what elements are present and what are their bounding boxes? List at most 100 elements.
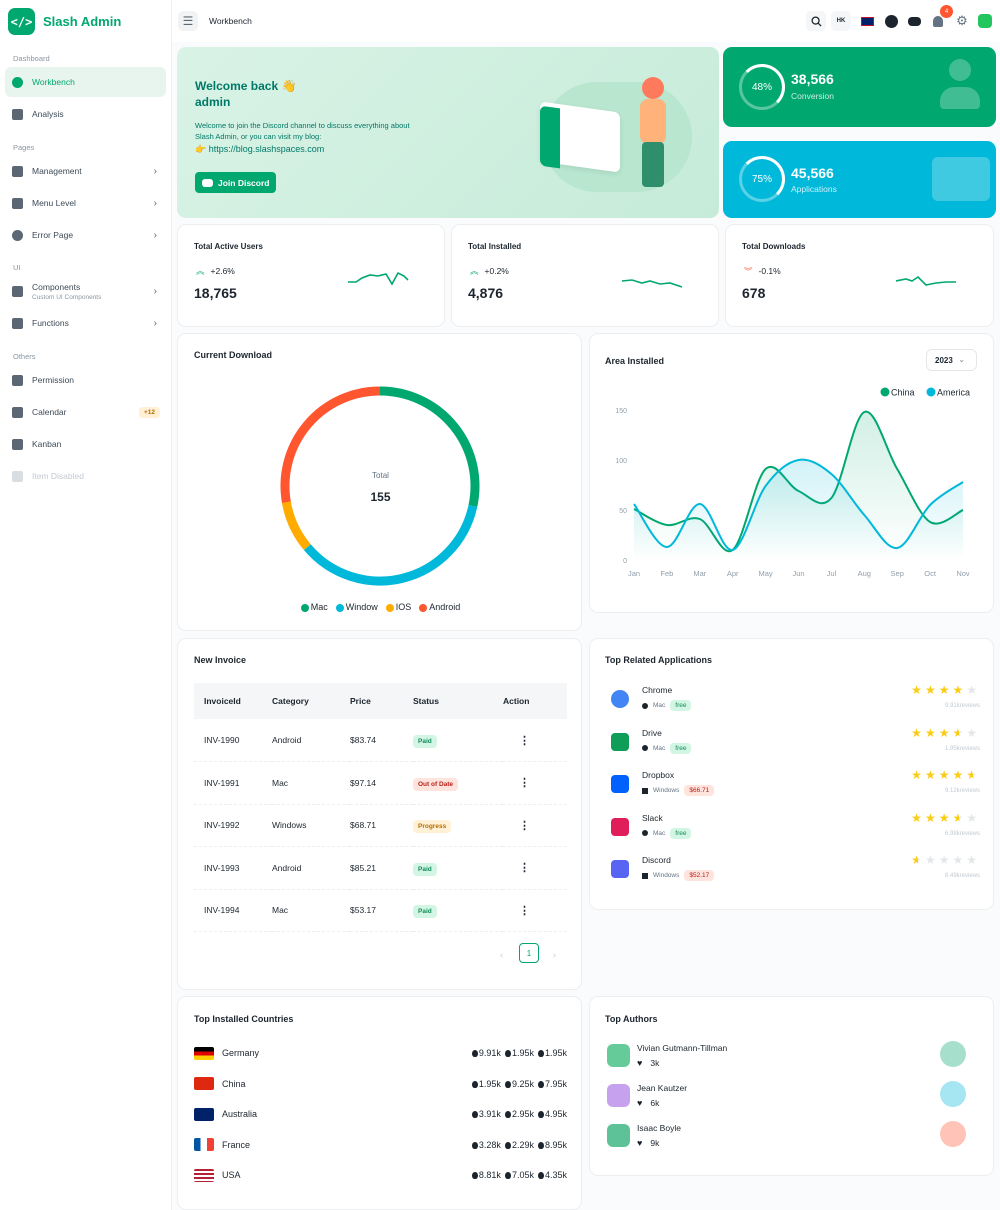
pagination-prev[interactable]: ‹ (500, 950, 503, 960)
app-name: Slack (642, 812, 663, 823)
legend-label: China (891, 388, 915, 398)
sidebar-item-label: Components (32, 281, 81, 292)
download-count: 1.95k (478, 1078, 501, 1089)
trophy-icon (940, 1081, 966, 1107)
sidebar-item-workbench[interactable]: Workbench (5, 67, 166, 97)
sidebar-item-error-page[interactable]: Error Page › (5, 220, 166, 250)
more-vertical-icon[interactable]: ⋮ (519, 820, 530, 832)
chevron-right-icon: › (153, 285, 157, 297)
donut-slice-window[interactable] (303, 505, 478, 586)
status-cell: Out of Date (413, 762, 503, 805)
sidebar-item-calendar[interactable]: Calendar +12 (5, 397, 166, 427)
star-icon: ★ (911, 683, 925, 697)
flag-china-icon (194, 1077, 214, 1090)
search-icon[interactable] (806, 11, 826, 31)
apple-icon (471, 1111, 478, 1118)
sidebar: </> Slash Admin Dashboard Workbench Anal… (0, 0, 172, 1210)
menu-toggle-icon[interactable]: ☰ (178, 11, 198, 31)
welcome-card: Welcome back 👋 admin Welcome to join the… (177, 47, 719, 218)
more-vertical-icon[interactable]: ⋮ (519, 735, 530, 747)
x-tick-label: Nov (956, 569, 970, 578)
sidebar-item-analysis[interactable]: Analysis (5, 99, 166, 129)
app-name: Chrome (642, 685, 673, 695)
download-count: 7.05k (511, 1170, 534, 1180)
logo-icon: </> (8, 8, 35, 35)
country-values: 3.91k 2.95k 4.95k (471, 1109, 567, 1119)
trend-down-icon: ︾ (744, 266, 753, 276)
bell-icon[interactable]: 4 (928, 5, 953, 31)
star-rating: ★★★★★ (911, 811, 980, 825)
sidebar-item-management[interactable]: Management › (5, 156, 166, 186)
flag-australia-icon (194, 1107, 214, 1121)
conversion-progress-ring: 48% (739, 64, 785, 110)
more-vertical-icon[interactable]: ⋮ (519, 862, 530, 874)
sidebar-item-permission[interactable]: Permission (5, 365, 166, 395)
app-name: Discord (642, 855, 671, 865)
pagination-next[interactable]: › (553, 950, 556, 960)
platform-value: 3.91k (471, 1109, 501, 1119)
gear-icon[interactable]: ⚙ (952, 11, 972, 31)
invoice-id: INV-1994 (204, 905, 240, 916)
star-icon: ★ (911, 725, 925, 740)
heart-icon: ♥ (637, 1058, 643, 1068)
sidebar-item-kanban[interactable]: Kanban (5, 429, 166, 459)
legend-dot (300, 603, 309, 612)
breadcrumb: Workbench (209, 16, 252, 26)
invoice-price: $68.71 (350, 820, 376, 831)
app-row: Slack Mac free ★★★★★ 6.98kreviews (605, 811, 980, 845)
donut-slice-ios[interactable] (281, 501, 311, 551)
x-tick-label: Apr (727, 569, 739, 578)
github-icon[interactable] (881, 11, 901, 31)
table-row: INV-1993 Android $85.21 Paid ⋮ (194, 847, 567, 889)
country-values: 1.95k 9.25k 7.95k (471, 1078, 567, 1089)
legend-dot (880, 387, 890, 397)
star-icon: ★ (938, 768, 953, 782)
x-tick-label: Oct (924, 569, 937, 578)
download-count: 7.95k (544, 1078, 567, 1089)
avatar[interactable] (975, 11, 995, 31)
discord-icon[interactable] (904, 11, 924, 31)
legend-item: Mac (300, 602, 328, 612)
table-row: INV-1992 Windows $68.71 Progress ⋮ (194, 804, 567, 847)
star-icon: ★ (952, 725, 967, 740)
join-discord-button[interactable]: Join Discord (195, 172, 277, 193)
donut-total-label: Total (372, 471, 389, 480)
year-select[interactable]: 2023 ⌄ (926, 349, 977, 371)
logo[interactable]: </> Slash Admin (0, 0, 171, 43)
donut-slice-android[interactable] (280, 386, 381, 504)
sidebar-item-caption: Custom UI Components (32, 293, 102, 301)
pagination-page[interactable]: 1 (519, 943, 539, 963)
donut-legend: Mac Window IOS Android (178, 602, 583, 612)
blog-link[interactable]: 👉 https://blog.slashspaces.com (195, 144, 324, 155)
sidebar-item-label: Item Disabled (32, 471, 84, 481)
sidebar-item-components[interactable]: Components Custom UI Components › (5, 276, 166, 306)
flag-uk-icon[interactable] (857, 11, 877, 31)
conversion-label: Conversion (791, 91, 834, 101)
platform-value: 2.29k (504, 1140, 534, 1150)
more-vertical-icon[interactable]: ⋮ (519, 777, 530, 789)
trend-up-icon: ︽ (196, 266, 205, 276)
chevron-right-icon: › (153, 229, 157, 241)
apple-icon (471, 1172, 478, 1179)
total-value: 4,876 (468, 285, 504, 301)
invoice-id: INV-1992 (204, 820, 240, 831)
sidebar-item-menu-level[interactable]: Menu Level › (5, 188, 166, 218)
platform-value: 1.95k (537, 1048, 567, 1058)
y-tick-label: 50 (619, 508, 627, 515)
shield-icon (12, 374, 23, 386)
total-downloads-card: Total Downloads ︾ -0.1% 678 (725, 224, 994, 327)
disabled-icon (12, 470, 23, 482)
likes-count: 9k (650, 1138, 660, 1148)
more-vertical-icon[interactable]: ⋮ (519, 905, 530, 917)
donut-slice-mac[interactable] (379, 386, 480, 508)
shortcut-icon[interactable]: HK (831, 11, 851, 31)
sidebar-item-label: Functions (32, 318, 69, 328)
trend-change: ︽ +2.6% (196, 266, 235, 276)
y-tick-label: 150 (615, 408, 627, 415)
table-row: INV-1990 Android $83.74 Paid ⋮ (194, 719, 567, 762)
sidebar-item-functions[interactable]: Functions › (5, 308, 166, 338)
nav-section-dashboard: Dashboard (13, 54, 50, 63)
x-tick-label: Jun (792, 569, 804, 578)
legend-label: Window (345, 602, 378, 612)
app-row: Drive Mac free ★★★★★ 1.95kreviews (605, 726, 980, 760)
